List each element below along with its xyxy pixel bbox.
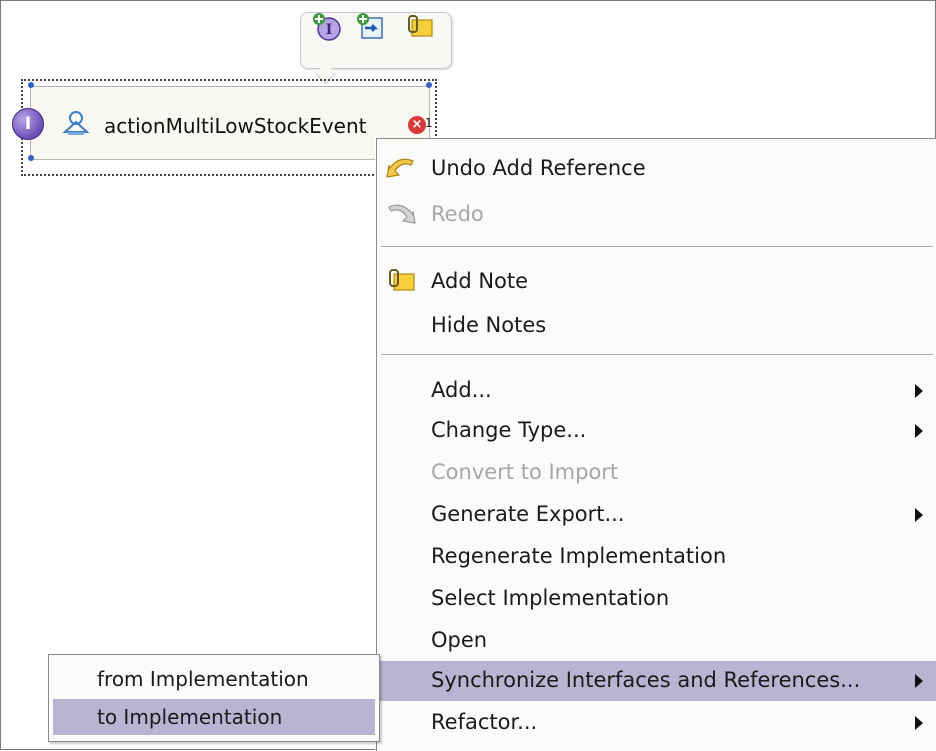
synchronize-submenu: from Implementation to Implementation xyxy=(48,654,380,742)
component-name[interactable]: actionMultiLowStockEvent xyxy=(104,114,366,138)
menu-item-add[interactable]: Add... xyxy=(377,371,936,411)
context-menu: Undo Add Reference Redo Add Note Hide No… xyxy=(376,138,936,751)
menu-item-refactor[interactable]: Refactor... xyxy=(377,703,936,743)
resize-handle-bottom-left[interactable] xyxy=(28,155,34,161)
note-icon xyxy=(389,269,415,291)
interface-icon[interactable]: I xyxy=(12,108,44,140)
submenu-arrow-icon xyxy=(915,424,923,438)
menu-item-hide-notes[interactable]: Hide Notes xyxy=(377,306,936,346)
menu-item-change-type[interactable]: Change Type... xyxy=(377,411,936,451)
component-icon xyxy=(62,111,90,135)
menu-item-synchronize[interactable]: Synchronize Interfaces and References... xyxy=(377,661,936,701)
submenu-item-to-implementation[interactable]: to Implementation xyxy=(53,699,375,735)
error-icon: × xyxy=(408,116,426,134)
menu-item-redo[interactable]: Redo xyxy=(377,195,936,235)
svg-text:I: I xyxy=(326,22,333,38)
submenu-arrow-icon xyxy=(915,674,923,688)
menu-separator xyxy=(381,246,933,248)
resize-handle-top-left[interactable] xyxy=(28,82,34,88)
resize-handle-top-right[interactable] xyxy=(426,82,432,88)
menu-item-select-implementation[interactable]: Select Implementation xyxy=(377,579,936,619)
submenu-arrow-icon xyxy=(915,384,923,398)
add-note-icon[interactable] xyxy=(404,12,434,42)
menu-item-undo[interactable]: Undo Add Reference xyxy=(377,149,936,189)
add-reference-icon[interactable] xyxy=(356,12,386,42)
menu-item-open[interactable]: Open xyxy=(377,621,936,661)
menu-item-add-note[interactable]: Add Note xyxy=(377,262,936,302)
undo-icon xyxy=(386,158,414,178)
menu-separator xyxy=(381,354,933,356)
menu-item-convert-to-import[interactable]: Convert to Import xyxy=(377,453,936,493)
error-count: 1 xyxy=(425,116,433,130)
submenu-item-from-implementation[interactable]: from Implementation xyxy=(53,661,375,697)
submenu-arrow-icon xyxy=(915,716,923,730)
add-interface-icon[interactable]: I xyxy=(312,12,342,42)
submenu-arrow-icon xyxy=(915,508,923,522)
menu-item-regenerate-implementation[interactable]: Regenerate Implementation xyxy=(377,537,936,577)
redo-icon xyxy=(388,204,416,224)
menu-item-generate-export[interactable]: Generate Export... xyxy=(377,495,936,535)
